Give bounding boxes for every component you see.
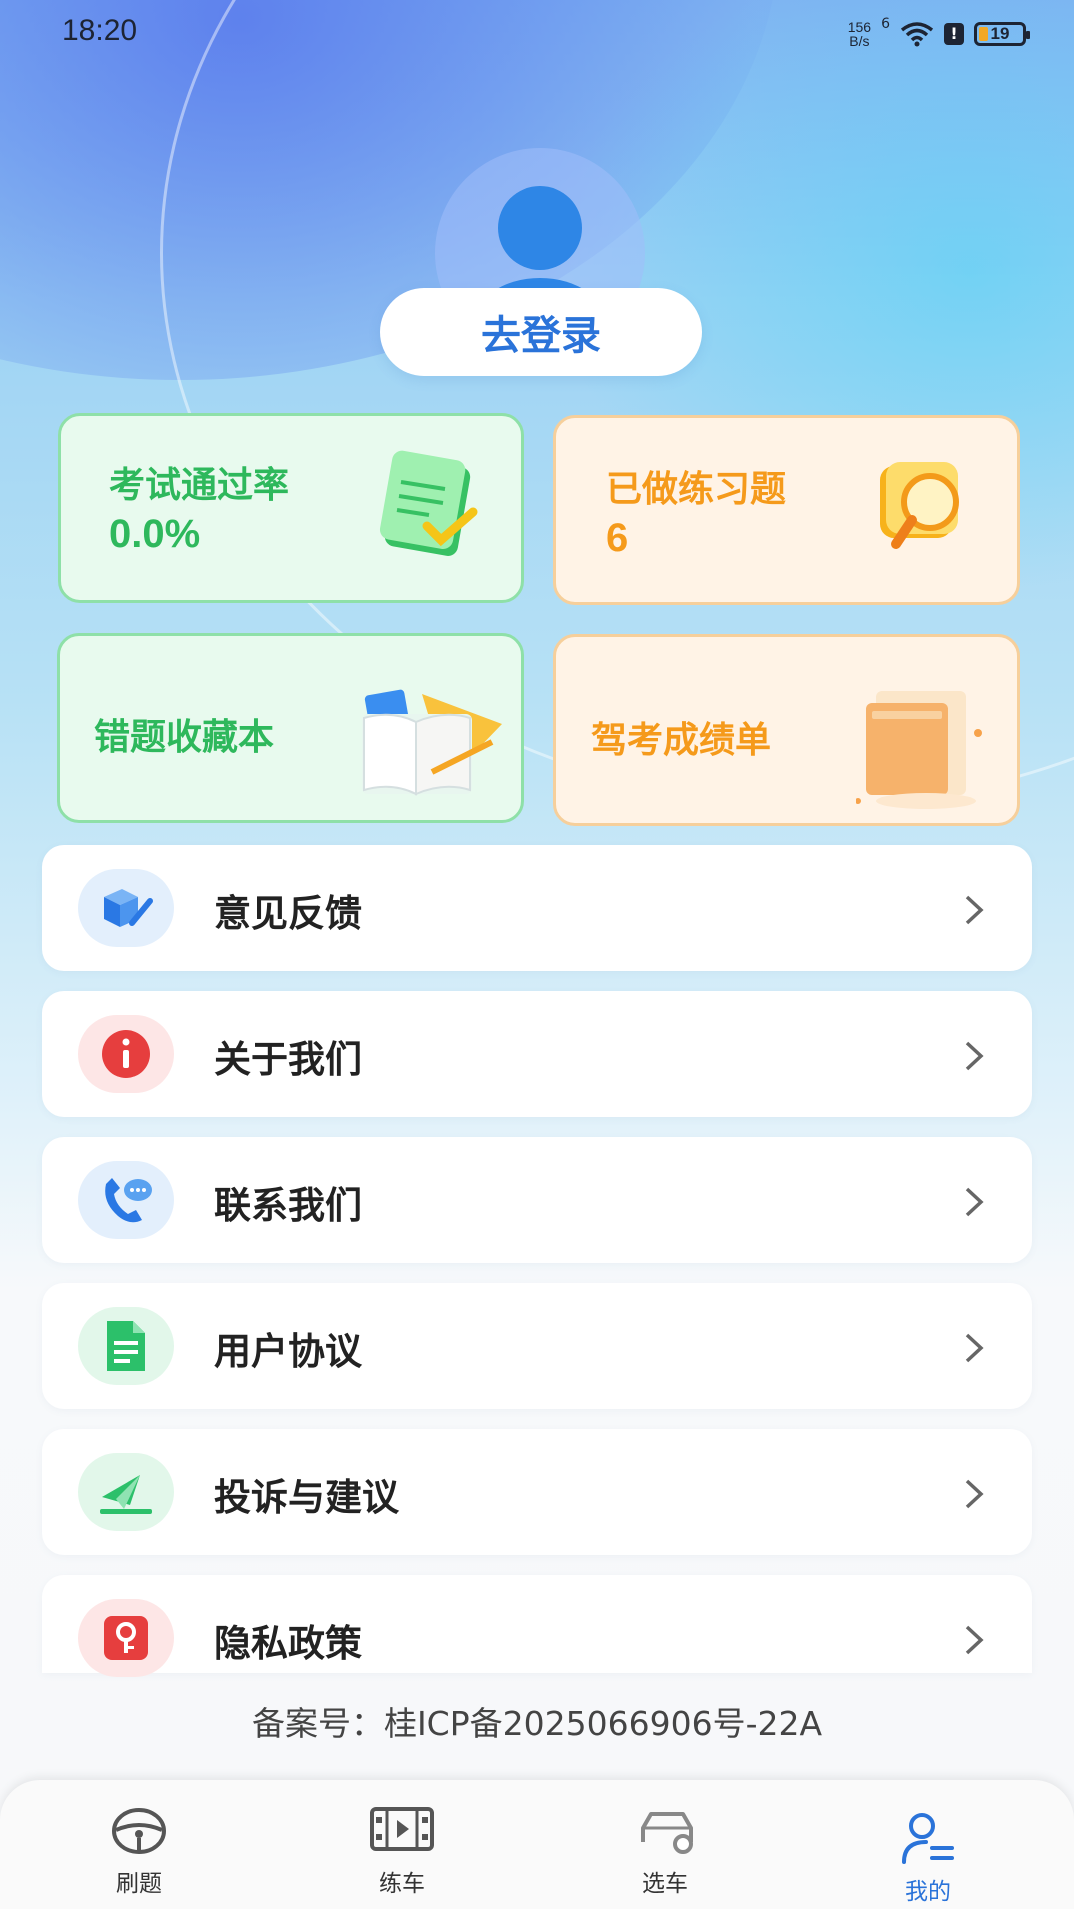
car-icon xyxy=(641,1812,693,1854)
tab-label: 选车 xyxy=(642,1871,688,1897)
wrong-book-title: 错题收藏本 xyxy=(94,717,275,758)
battery-fill xyxy=(979,27,988,41)
menu-item-label: 关于我们 xyxy=(214,1038,362,1081)
status-time: 18:20 xyxy=(62,14,138,47)
wifi-icon xyxy=(900,22,934,47)
chevron-right-icon xyxy=(965,1333,984,1363)
tab-practice-car[interactable]: 练车 xyxy=(268,1780,536,1909)
icp-record: 备案号：桂ICP备2025066906号-22A xyxy=(251,1704,823,1743)
wrong-book-card[interactable]: 错题收藏本 xyxy=(57,633,524,823)
login-button[interactable]: 去登录 xyxy=(380,288,702,376)
info-icon xyxy=(78,1015,174,1093)
phone-chat-icon xyxy=(78,1161,174,1239)
battery-level: 19 xyxy=(990,24,1010,43)
practiced-title: 已做练习题 xyxy=(606,469,787,510)
coin-search-icon xyxy=(880,462,959,549)
report-card[interactable]: 驾考成绩单 xyxy=(553,634,1020,826)
status-bar: 18:20 156 B/s 6 ! 19 xyxy=(0,0,1074,70)
pass-rate-card[interactable]: 考试通过率 0.0% xyxy=(58,413,524,603)
film-icon xyxy=(370,1807,434,1851)
menu-item-label: 联系我们 xyxy=(214,1184,362,1227)
bottom-tab-bar: 刷题 练车 选车 我的 xyxy=(0,1780,1074,1909)
send-tray-icon xyxy=(78,1453,174,1531)
chevron-right-icon xyxy=(965,895,984,925)
pass-rate-value: 0.0% xyxy=(109,512,201,556)
signal-label: 6 xyxy=(881,16,890,32)
chevron-right-icon xyxy=(965,1041,984,1071)
tab-mine[interactable]: 我的 xyxy=(794,1780,1062,1909)
menu-item-label: 意见反馈 xyxy=(214,892,362,935)
status-indicators: 156 B/s 6 ! 19 xyxy=(847,16,1030,49)
menu-item-user-agreement[interactable]: 用户协议 xyxy=(42,1283,1032,1409)
lock-key-icon xyxy=(78,1599,174,1677)
alert-icon: ! xyxy=(944,23,964,45)
feedback-cube-pen-icon xyxy=(78,869,174,947)
practiced-card[interactable]: 已做练习题 6 xyxy=(553,415,1020,605)
chevron-right-icon xyxy=(965,1479,984,1509)
tab-label: 刷题 xyxy=(116,1871,162,1897)
menu-item-complaint[interactable]: 投诉与建议 xyxy=(42,1429,1032,1555)
menu-item-about[interactable]: 关于我们 xyxy=(42,991,1032,1117)
network-speed: 156 B/s xyxy=(847,19,872,49)
menu-item-label: 用户协议 xyxy=(214,1330,362,1373)
tab-questions[interactable]: 刷题 xyxy=(5,1780,273,1909)
pass-rate-title: 考试通过率 xyxy=(109,465,290,506)
steering-wheel-icon xyxy=(112,1808,166,1854)
tab-label: 练车 xyxy=(379,1871,425,1897)
checklist-icon xyxy=(379,450,478,556)
profile-icon xyxy=(902,1813,954,1864)
chevron-right-icon xyxy=(965,1625,984,1655)
tab-choose-car[interactable]: 选车 xyxy=(531,1780,799,1909)
book-ruler-icon xyxy=(362,689,502,796)
report-title: 驾考成绩单 xyxy=(591,720,772,761)
battery-icon: 19 xyxy=(974,22,1030,46)
tab-label: 我的 xyxy=(905,1879,951,1905)
menu-item-label: 隐私政策 xyxy=(214,1622,362,1665)
chevron-right-icon xyxy=(965,1187,984,1217)
document-icon xyxy=(78,1307,174,1385)
practiced-value: 6 xyxy=(606,516,629,560)
menu-item-label: 投诉与建议 xyxy=(214,1476,399,1519)
menu-item-contact[interactable]: 联系我们 xyxy=(42,1137,1032,1263)
document-folder-icon xyxy=(856,691,982,809)
menu-item-privacy[interactable]: 隐私政策 xyxy=(42,1575,1032,1677)
menu-item-feedback[interactable]: 意见反馈 xyxy=(42,845,1032,971)
